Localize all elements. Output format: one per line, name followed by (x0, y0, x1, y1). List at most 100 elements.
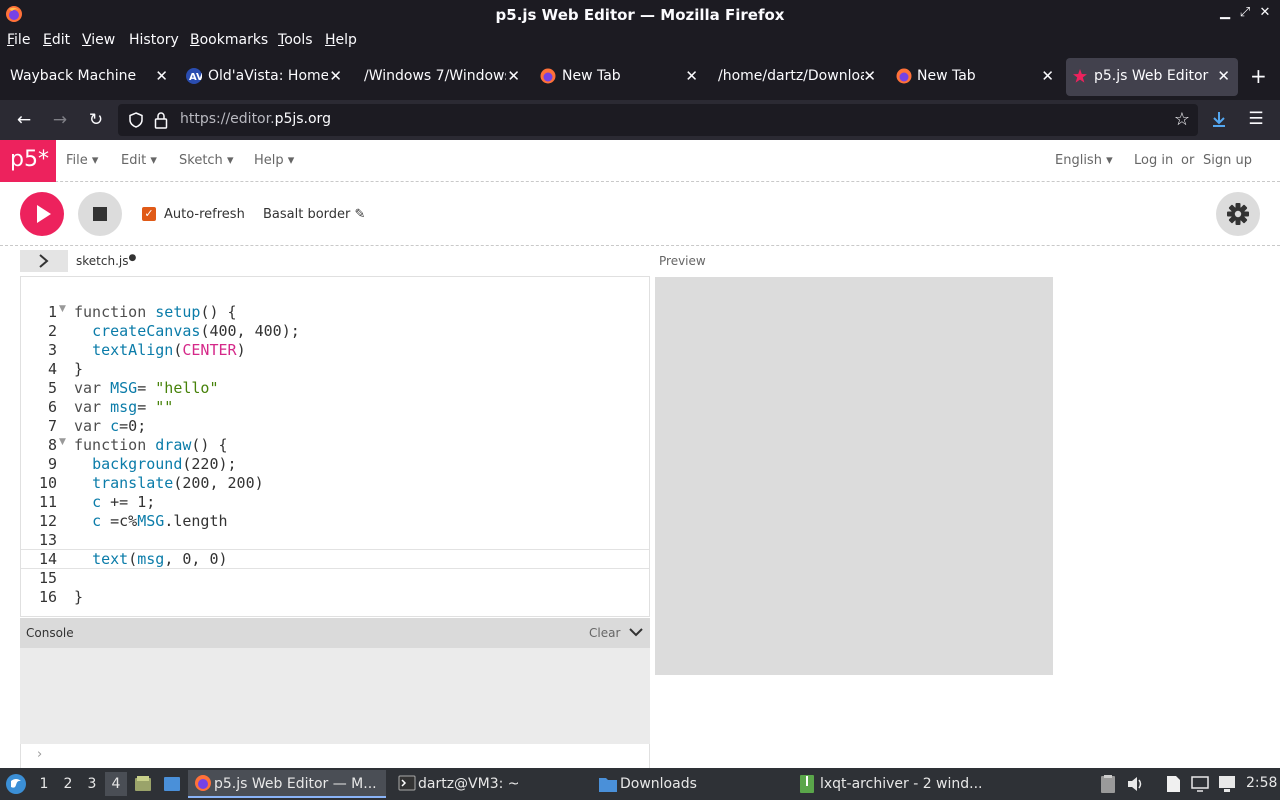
fold-arrow-icon[interactable]: ▼ (59, 304, 66, 314)
code-line: translate(200, 200) (92, 474, 264, 492)
lock-icon[interactable] (154, 111, 168, 129)
close-window-icon[interactable]: ✕ (1256, 5, 1274, 20)
tab-oldavista[interactable]: AV Old'aVista: Home ✕ (178, 58, 350, 96)
preview-label: Preview (659, 254, 706, 268)
tab-newtab-1[interactable]: New Tab ✕ (530, 58, 706, 96)
preview-canvas[interactable] (655, 277, 1053, 675)
language-select[interactable]: English ▾ (1055, 153, 1113, 168)
tab-label: /Windows 7/Windows (364, 68, 506, 84)
p5-logo[interactable]: p5* (0, 140, 56, 182)
workspace-4[interactable]: 4 (105, 772, 127, 796)
display-icon[interactable] (1190, 774, 1210, 794)
code-line: c =c%MSG.length (92, 512, 228, 530)
tab-windows7[interactable]: /Windows 7/Windows ✕ (352, 58, 528, 96)
start-menu-icon[interactable] (5, 773, 27, 795)
settings-button[interactable] (1216, 192, 1260, 236)
line-number: 15 (38, 569, 57, 587)
play-button[interactable] (20, 192, 64, 236)
menu-file[interactable]: File (7, 32, 30, 48)
sketch-name[interactable]: Basalt border ✎ (263, 207, 365, 222)
stop-button[interactable] (78, 192, 122, 236)
sidebar-toggle-button[interactable] (20, 250, 68, 272)
close-tab-icon[interactable]: ✕ (685, 67, 698, 85)
show-desktop-icon[interactable] (162, 774, 182, 794)
workspace-2[interactable]: 2 (57, 776, 79, 796)
shield-icon[interactable] (128, 112, 144, 128)
restore-icon[interactable]: ⤢ (1236, 5, 1254, 20)
menu-bookmarks[interactable]: Bookmarks (190, 32, 268, 48)
task-firefox[interactable]: p5.js Web Editor — M... (188, 770, 386, 798)
login-link[interactable]: Log in (1134, 153, 1173, 168)
tab-p5-editor[interactable]: p5.js Web Editor ✕ (1066, 58, 1238, 96)
p5-menu-edit[interactable]: Edit ▾ (121, 153, 157, 168)
window-title: p5.js Web Editor — Mozilla Firefox (495, 6, 785, 24)
line-number: 16 (38, 588, 57, 606)
menu-history[interactable]: History (129, 32, 179, 48)
network-icon[interactable] (1217, 774, 1237, 794)
task-terminal[interactable]: dartz@VM3: ~ (392, 770, 588, 798)
hamburger-menu-icon[interactable]: ☰ (1246, 109, 1266, 129)
tab-wayback[interactable]: Wayback Machine ✕ (0, 58, 176, 96)
notes-icon[interactable] (1163, 774, 1183, 794)
code-line: var MSG= "hello" (74, 379, 219, 397)
clock[interactable]: 2:58 (1246, 775, 1277, 791)
line-number: 2 (47, 322, 57, 340)
task-label: lxqt-archiver - 2 wind... (820, 776, 983, 792)
terminal-icon (398, 775, 416, 791)
gear-icon (1227, 203, 1249, 225)
reload-icon[interactable]: ↻ (86, 110, 106, 130)
line-number: 4 (47, 360, 57, 378)
line-number: 14 (38, 550, 57, 568)
autorefresh-checkbox[interactable]: ✓ (142, 207, 156, 221)
clipboard-icon[interactable] (1098, 774, 1118, 794)
file-manager-icon[interactable] (133, 774, 153, 794)
minimize-icon[interactable]: ▁ (1216, 5, 1234, 20)
task-downloads[interactable]: Downloads (594, 770, 790, 798)
bookmark-star-icon[interactable]: ☆ (1174, 109, 1190, 130)
code-editor[interactable]: 1 ▼ function setup() { 2 createCanvas(40… (20, 276, 650, 617)
url-text[interactable]: https://editor.p5js.org (180, 111, 331, 127)
console-label: Console (26, 626, 74, 640)
chevron-right-icon (39, 254, 49, 268)
workspace-3[interactable]: 3 (81, 776, 103, 796)
file-tab-sketch[interactable]: sketch.js● (76, 253, 136, 268)
menu-help[interactable]: Help (325, 32, 357, 48)
navigation-toolbar: ← → ↻ https://editor.p5js.org ☆ ☰ (0, 100, 1280, 140)
tab-downloads-path[interactable]: /home/dartz/Downloa ✕ (708, 58, 884, 96)
fold-arrow-icon[interactable]: ▼ (59, 437, 66, 447)
close-tab-icon[interactable]: ✕ (155, 67, 168, 85)
workspace-1[interactable]: 1 (33, 776, 55, 796)
p5-star-icon (1073, 69, 1087, 83)
close-tab-icon[interactable]: ✕ (863, 67, 876, 85)
line-number: 5 (47, 379, 57, 397)
close-tab-icon[interactable]: ✕ (507, 67, 520, 85)
signup-link[interactable]: Sign up (1203, 153, 1252, 168)
new-tab-icon[interactable]: + (1250, 64, 1267, 88)
close-tab-icon[interactable]: ✕ (329, 67, 342, 85)
menu-view[interactable]: View (82, 32, 115, 48)
console-output (20, 648, 650, 744)
menu-edit[interactable]: Edit (43, 32, 70, 48)
code-line: text(msg, 0, 0) (92, 550, 228, 568)
tab-label: Old'aVista: Home (208, 68, 328, 84)
volume-icon[interactable] (1125, 774, 1145, 794)
tab-label: /home/dartz/Downloa (718, 68, 864, 84)
svg-text:AV: AV (189, 72, 202, 83)
menu-tools[interactable]: Tools (278, 32, 313, 48)
tab-newtab-2[interactable]: New Tab ✕ (886, 58, 1062, 96)
close-tab-icon[interactable]: ✕ (1217, 67, 1230, 85)
code-line: var msg= "" (74, 398, 174, 416)
back-icon[interactable]: ← (14, 110, 34, 130)
p5-menu-help[interactable]: Help ▾ (254, 153, 294, 168)
task-archiver[interactable]: lxqt-archiver - 2 wind... (794, 770, 990, 798)
chevron-down-icon[interactable] (628, 626, 644, 640)
download-icon[interactable] (1210, 110, 1228, 128)
close-tab-icon[interactable]: ✕ (1041, 67, 1054, 85)
url-bar[interactable]: https://editor.p5js.org ☆ (118, 104, 1198, 136)
forward-icon[interactable]: → (50, 110, 70, 130)
p5-menu-file[interactable]: File ▾ (66, 153, 98, 168)
oldavista-icon: AV (186, 68, 202, 84)
console-input[interactable]: › (20, 744, 650, 768)
console-clear-button[interactable]: Clear (589, 626, 620, 640)
p5-menu-sketch[interactable]: Sketch ▾ (179, 153, 233, 168)
